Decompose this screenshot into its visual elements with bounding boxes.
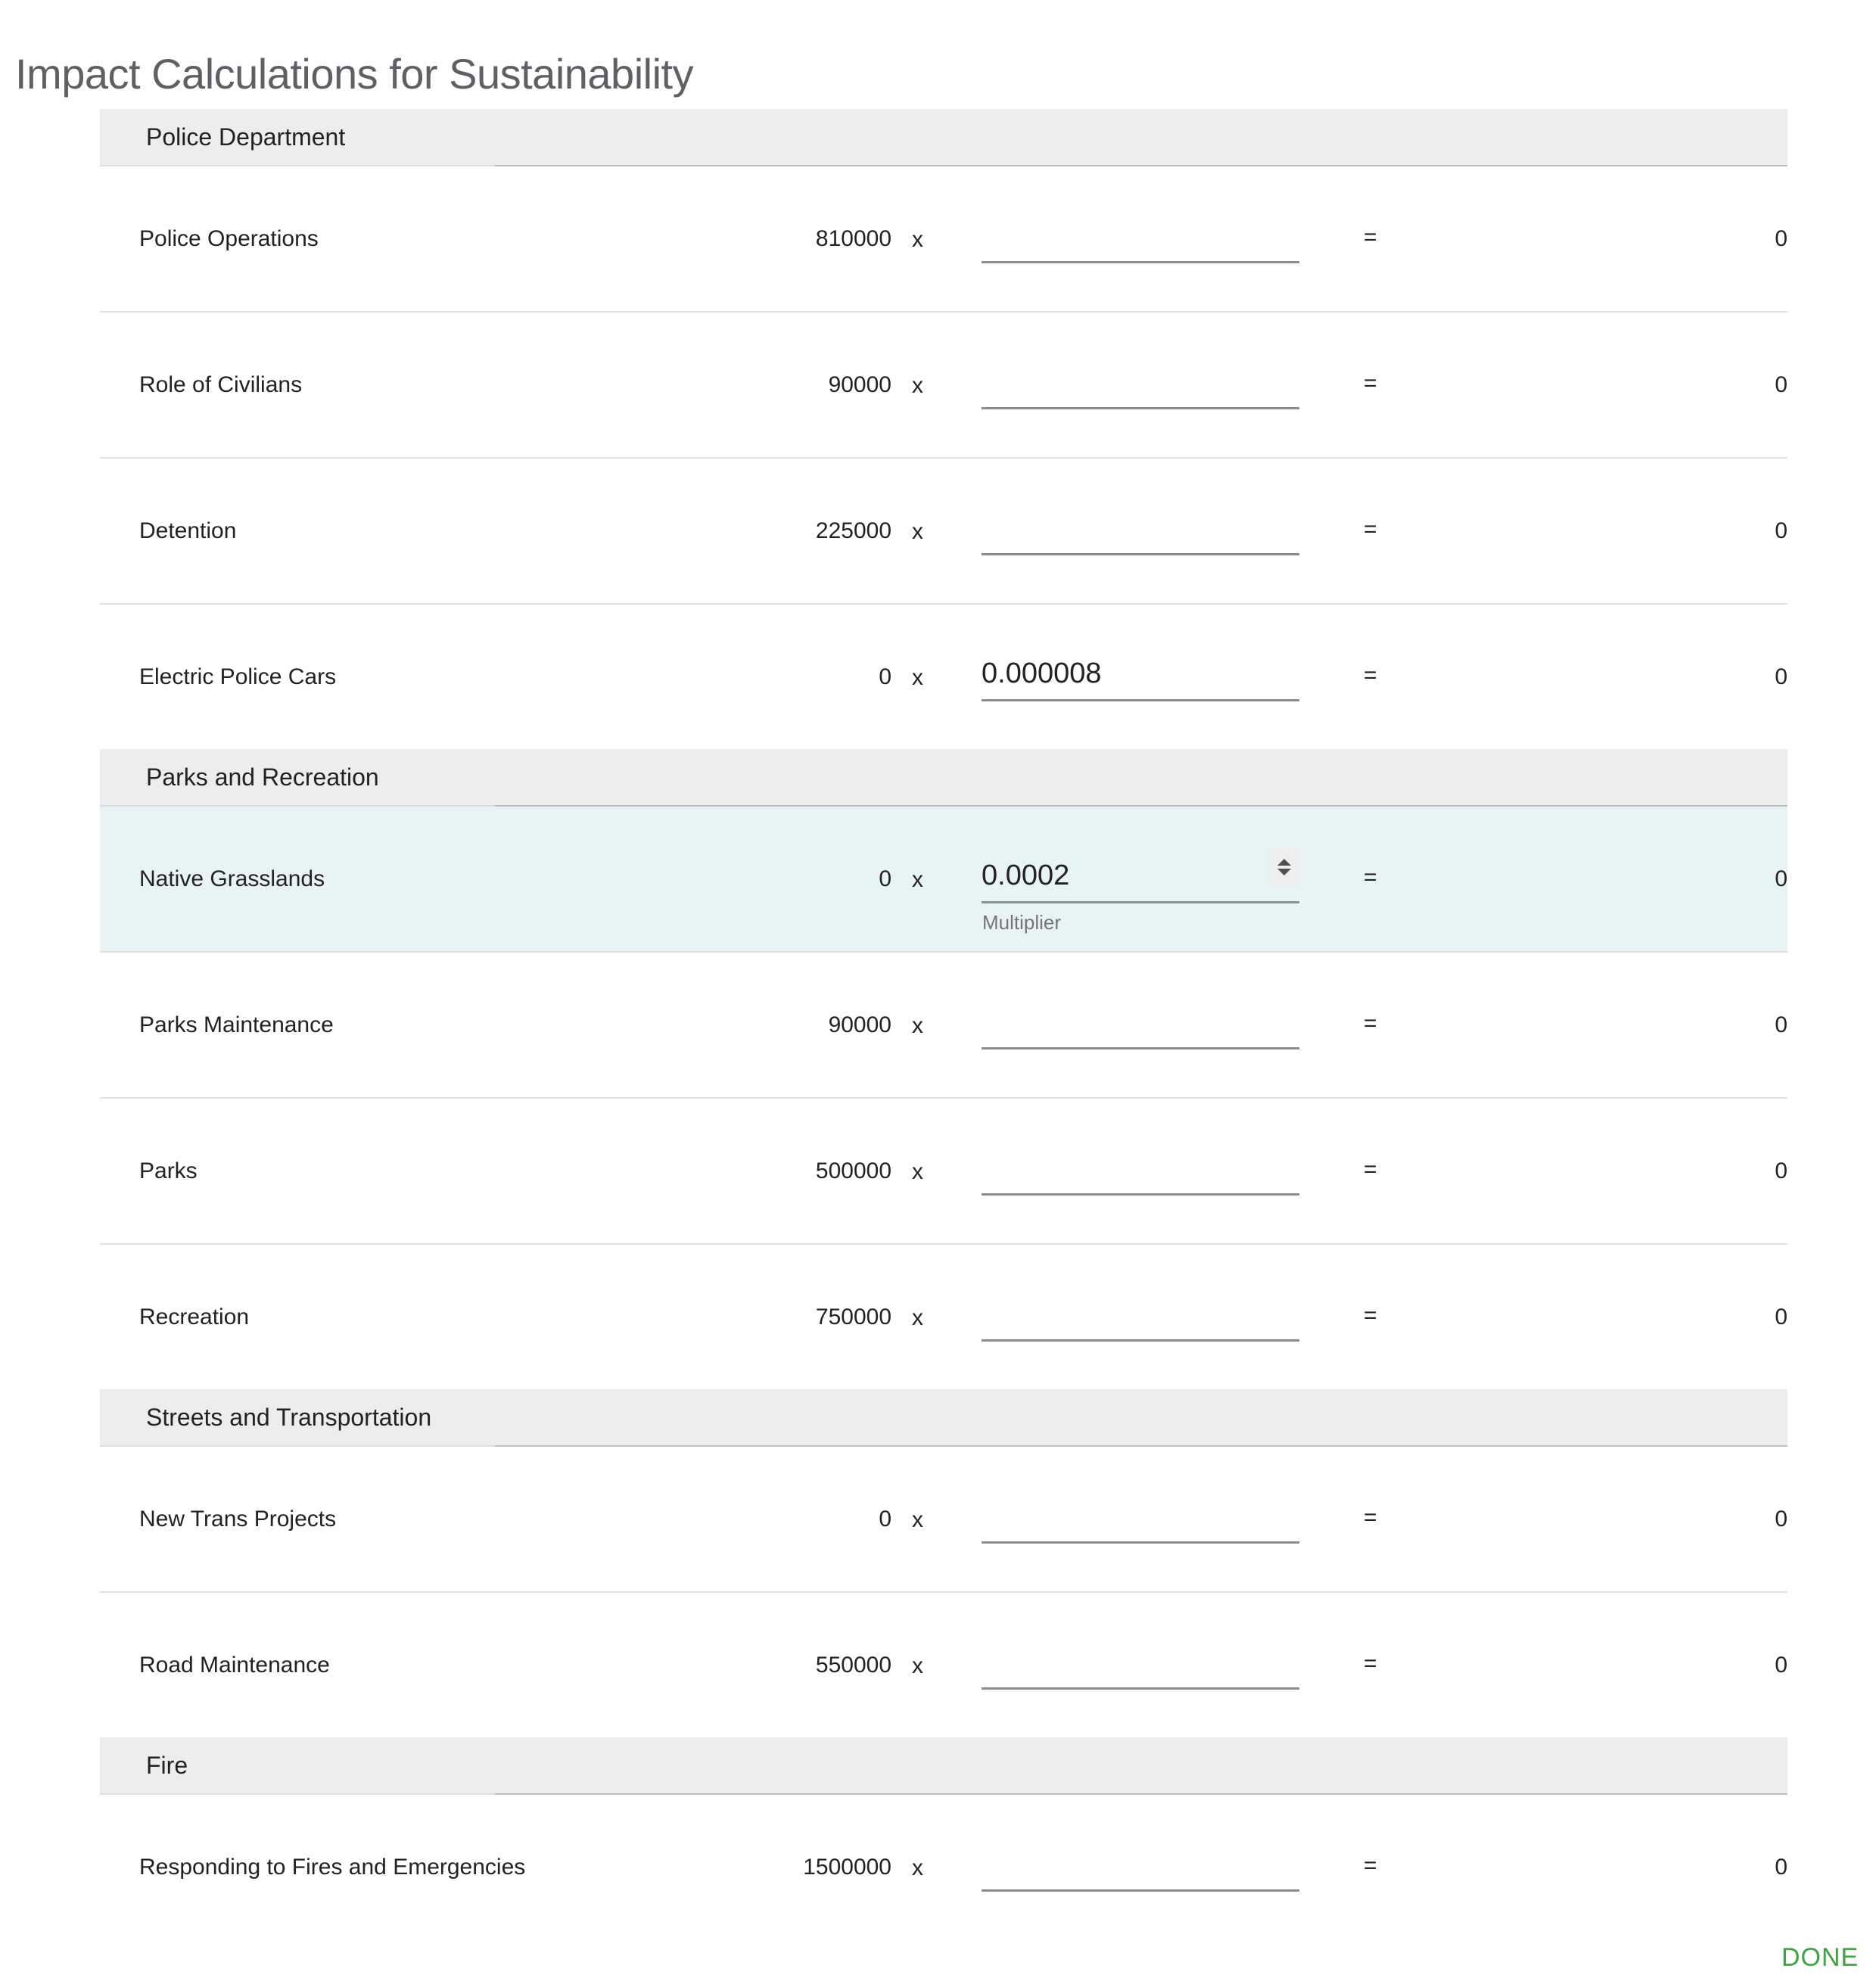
multiplier-input[interactable] — [982, 997, 1299, 1049]
multiply-sign: x — [912, 373, 923, 398]
multiplier-input[interactable] — [982, 1143, 1299, 1196]
result-value: 0 — [1775, 226, 1787, 251]
decrement-arrow-icon[interactable] — [1277, 869, 1291, 875]
result-value: 0 — [1775, 1507, 1787, 1531]
result-value: 0 — [1775, 1158, 1787, 1183]
table-row: Recreation 750000 x = 0 — [100, 1245, 1787, 1389]
equals-sign: = — [1364, 517, 1377, 542]
result-value: 0 — [1775, 1304, 1787, 1329]
row-label: Police Operations — [139, 226, 319, 251]
multiplier-input[interactable] — [982, 648, 1299, 701]
section-title: Police Department — [146, 123, 346, 151]
base-value: 810000 — [815, 226, 891, 251]
equals-sign: = — [1364, 1011, 1377, 1036]
row-label: Road Maintenance — [139, 1653, 330, 1678]
base-value: 500000 — [815, 1158, 891, 1183]
base-value: 1500000 — [803, 1855, 891, 1880]
increment-arrow-icon[interactable] — [1277, 859, 1291, 866]
multiplier-input[interactable] — [982, 1289, 1299, 1342]
section-title: Parks and Recreation — [146, 763, 379, 791]
multiply-sign: x — [912, 665, 923, 690]
equals-sign: = — [1364, 225, 1377, 250]
section-header-police-department: Police Department — [100, 109, 1787, 166]
equals-sign: = — [1364, 1505, 1377, 1530]
multiply-sign: x — [912, 1507, 923, 1532]
done-button[interactable]: DONE — [1781, 1943, 1859, 1973]
row-label: Parks — [139, 1158, 198, 1183]
result-value: 0 — [1775, 664, 1787, 689]
multiplier-helper-text: Multiplier — [982, 911, 1062, 934]
section-header-streets-and-transportation: Streets and Transportation — [100, 1389, 1787, 1447]
row-label: Recreation — [139, 1304, 250, 1329]
table-row: Police Operations 810000 x = 0 — [100, 166, 1787, 313]
multiplier-input[interactable] — [982, 1491, 1299, 1544]
section-title: Streets and Transportation — [146, 1404, 432, 1431]
row-label: Parks Maintenance — [139, 1012, 334, 1037]
row-label: New Trans Projects — [139, 1507, 337, 1531]
equals-sign: = — [1364, 663, 1377, 688]
base-value: 90000 — [828, 1012, 891, 1037]
number-spinner[interactable] — [1270, 847, 1299, 887]
row-label: Responding to Fires and Emergencies — [139, 1855, 526, 1880]
result-value: 0 — [1775, 1653, 1787, 1678]
table-row: Electric Police Cars 0 x = 0 — [100, 605, 1787, 749]
multiply-sign: x — [912, 1855, 923, 1880]
equals-sign: = — [1364, 1853, 1377, 1878]
result-value: 0 — [1775, 372, 1787, 397]
base-value: 90000 — [828, 372, 891, 397]
multiplier-input[interactable] — [982, 850, 1299, 903]
multiply-sign: x — [912, 1159, 923, 1184]
base-value: 0 — [879, 664, 891, 689]
base-value: 750000 — [815, 1304, 891, 1329]
equals-sign: = — [1364, 371, 1377, 396]
page-title: Impact Calculations for Sustainability — [15, 49, 694, 98]
multiply-sign: x — [912, 227, 923, 252]
multiply-sign: x — [912, 1653, 923, 1678]
multiplier-input[interactable] — [982, 1839, 1299, 1892]
section-header-parks-and-recreation: Parks and Recreation — [100, 749, 1787, 807]
result-value: 0 — [1775, 866, 1787, 891]
section-title: Fire — [146, 1752, 188, 1779]
equals-sign: = — [1364, 865, 1377, 890]
multiplier-input[interactable] — [982, 502, 1299, 555]
table-row: Detention 225000 x = 0 — [100, 459, 1787, 605]
multiply-sign: x — [912, 1013, 923, 1038]
table-row: Role of Civilians 90000 x = 0 — [100, 313, 1787, 459]
multiplier-input[interactable] — [982, 356, 1299, 409]
row-label: Role of Civilians — [139, 372, 303, 397]
equals-sign: = — [1364, 1157, 1377, 1182]
multiplier-input[interactable] — [982, 210, 1299, 263]
base-value: 0 — [879, 866, 891, 891]
multiplier-input[interactable] — [982, 1637, 1299, 1690]
result-value: 0 — [1775, 518, 1787, 543]
multiply-sign: x — [912, 519, 923, 544]
row-label: Electric Police Cars — [139, 664, 337, 689]
base-value: 550000 — [815, 1653, 891, 1678]
table-row-focused: Native Grasslands 0 x Multiplier = 0 — [100, 807, 1787, 953]
multiply-sign: x — [912, 1305, 923, 1330]
base-value: 0 — [879, 1507, 891, 1531]
equals-sign: = — [1364, 1303, 1377, 1328]
multiply-sign: x — [912, 867, 923, 892]
equals-sign: = — [1364, 1651, 1377, 1676]
table-row: Parks Maintenance 90000 x = 0 — [100, 953, 1787, 1099]
table-row: Road Maintenance 550000 x = 0 — [100, 1593, 1787, 1737]
section-header-fire: Fire — [100, 1737, 1787, 1795]
table-row: Responding to Fires and Emergencies 1500… — [100, 1795, 1787, 1939]
row-label: Detention — [139, 518, 237, 543]
row-label: Native Grasslands — [139, 866, 325, 891]
table-row: Parks 500000 x = 0 — [100, 1099, 1787, 1245]
result-value: 0 — [1775, 1855, 1787, 1880]
impact-table: Police Department Police Operations 8100… — [100, 109, 1787, 1939]
base-value: 225000 — [815, 518, 891, 543]
table-row: New Trans Projects 0 x = 0 — [100, 1447, 1787, 1593]
result-value: 0 — [1775, 1012, 1787, 1037]
